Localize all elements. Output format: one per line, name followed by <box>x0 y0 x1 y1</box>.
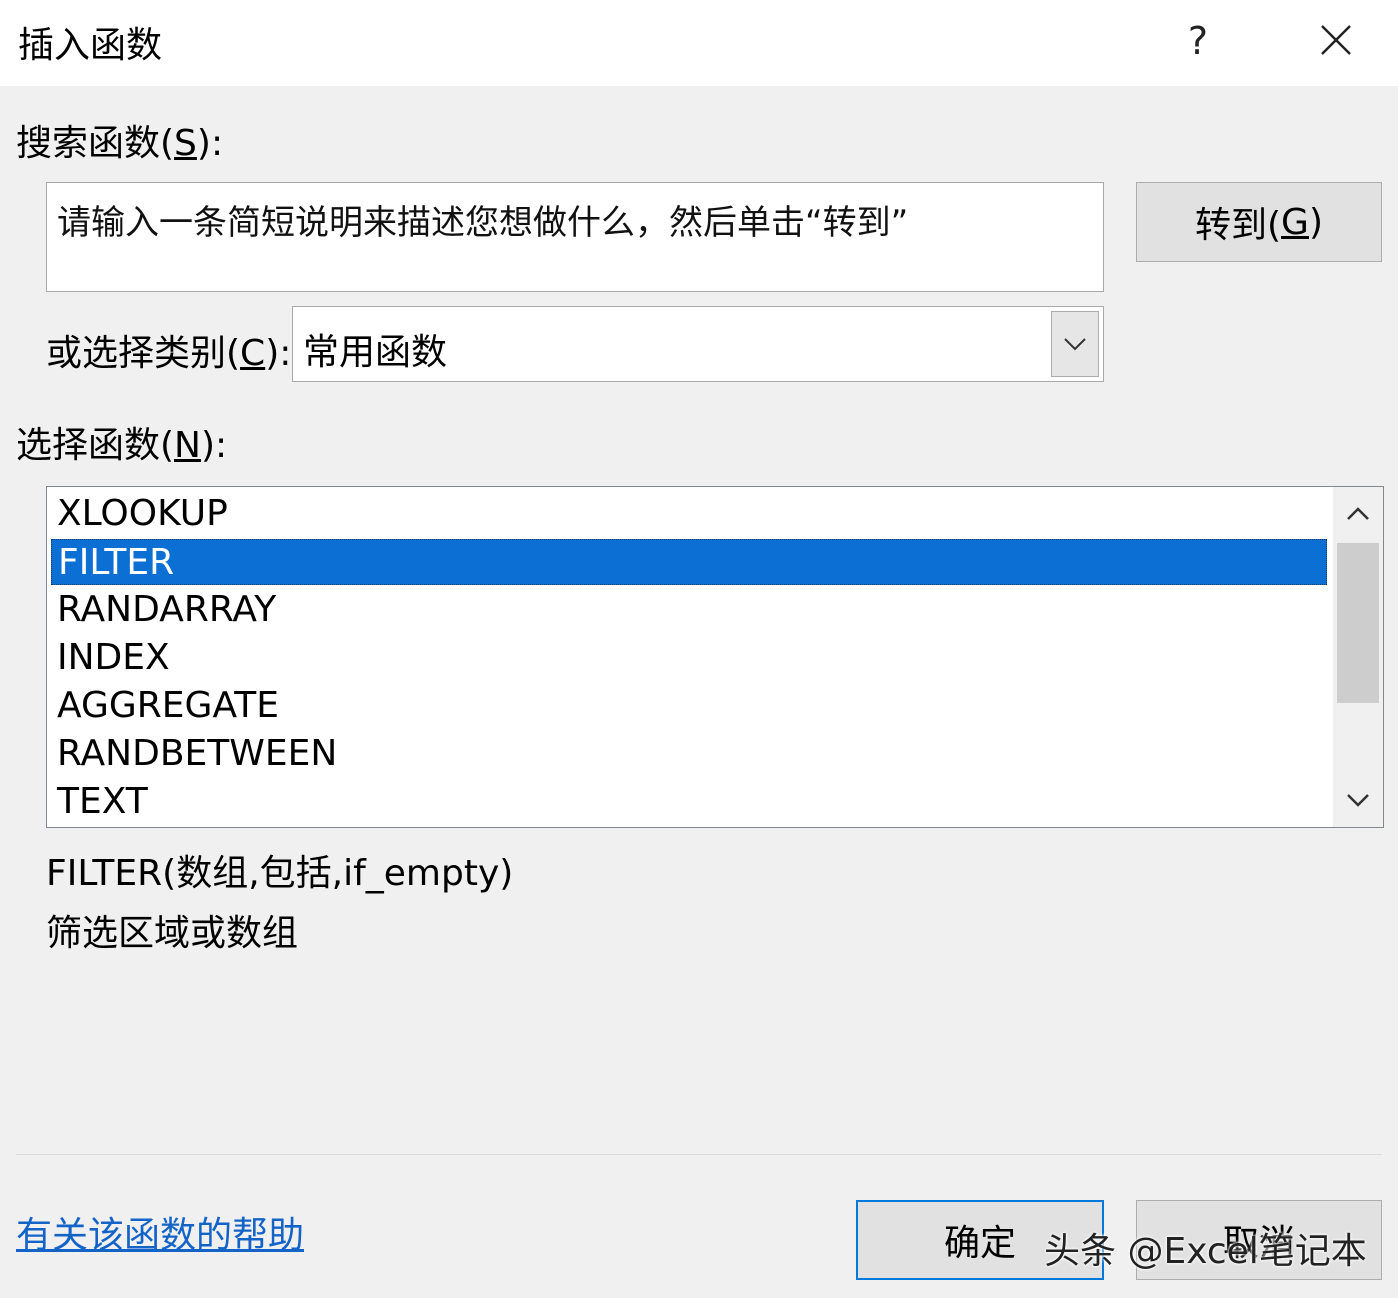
list-item[interactable]: RANDARRAY <box>51 587 1327 633</box>
dialog-title: 插入函数 <box>18 25 163 66</box>
functions-label: 选择函数(N): <box>16 425 228 466</box>
list-item[interactable]: RANDBETWEEN <box>51 731 1327 777</box>
category-dropdown-button[interactable] <box>1051 311 1099 377</box>
function-list[interactable]: XLOOKUP FILTER RANDARRAY INDEX AGGREGATE… <box>46 486 1384 828</box>
divider <box>16 1154 1382 1155</box>
function-description: 筛选区域或数组 <box>46 913 299 954</box>
list-item[interactable]: AGGREGATE <box>51 683 1327 729</box>
title-bar: 插入函数 ? <box>0 0 1398 86</box>
list-item-selected[interactable]: FILTER <box>51 539 1327 585</box>
list-item[interactable]: INDEX <box>51 635 1327 681</box>
help-link[interactable]: 有关该函数的帮助 <box>16 1206 304 1258</box>
category-selected-value: 常用函数 <box>303 332 448 373</box>
scroll-up-button[interactable] <box>1333 489 1383 539</box>
help-button[interactable]: ? <box>1176 14 1220 68</box>
close-icon <box>1321 25 1351 55</box>
search-input[interactable]: 请输入一条简短说明来描述您想做什么，然后单击“转到” <box>46 182 1104 292</box>
close-button[interactable] <box>1312 14 1362 68</box>
scroll-down-button[interactable] <box>1333 775 1383 825</box>
search-label: 搜索函数(S): <box>16 123 224 164</box>
scroll-thumb[interactable] <box>1337 543 1379 703</box>
list-scrollbar[interactable] <box>1333 487 1383 827</box>
function-syntax: FILTER(数组,包括,if_empty) <box>46 853 514 894</box>
chevron-down-icon <box>1347 794 1369 807</box>
chevron-up-icon <box>1347 507 1369 520</box>
category-select[interactable]: 常用函数 <box>292 306 1104 382</box>
chevron-down-icon <box>1064 338 1086 351</box>
list-item[interactable]: TEXT <box>51 779 1327 825</box>
watermark: 头条 @Excel笔记本 <box>1044 1231 1367 1272</box>
go-button[interactable]: 转到(G) <box>1136 182 1382 262</box>
list-item[interactable]: XLOOKUP <box>51 491 1327 537</box>
category-label: 或选择类别(C): <box>46 333 292 374</box>
